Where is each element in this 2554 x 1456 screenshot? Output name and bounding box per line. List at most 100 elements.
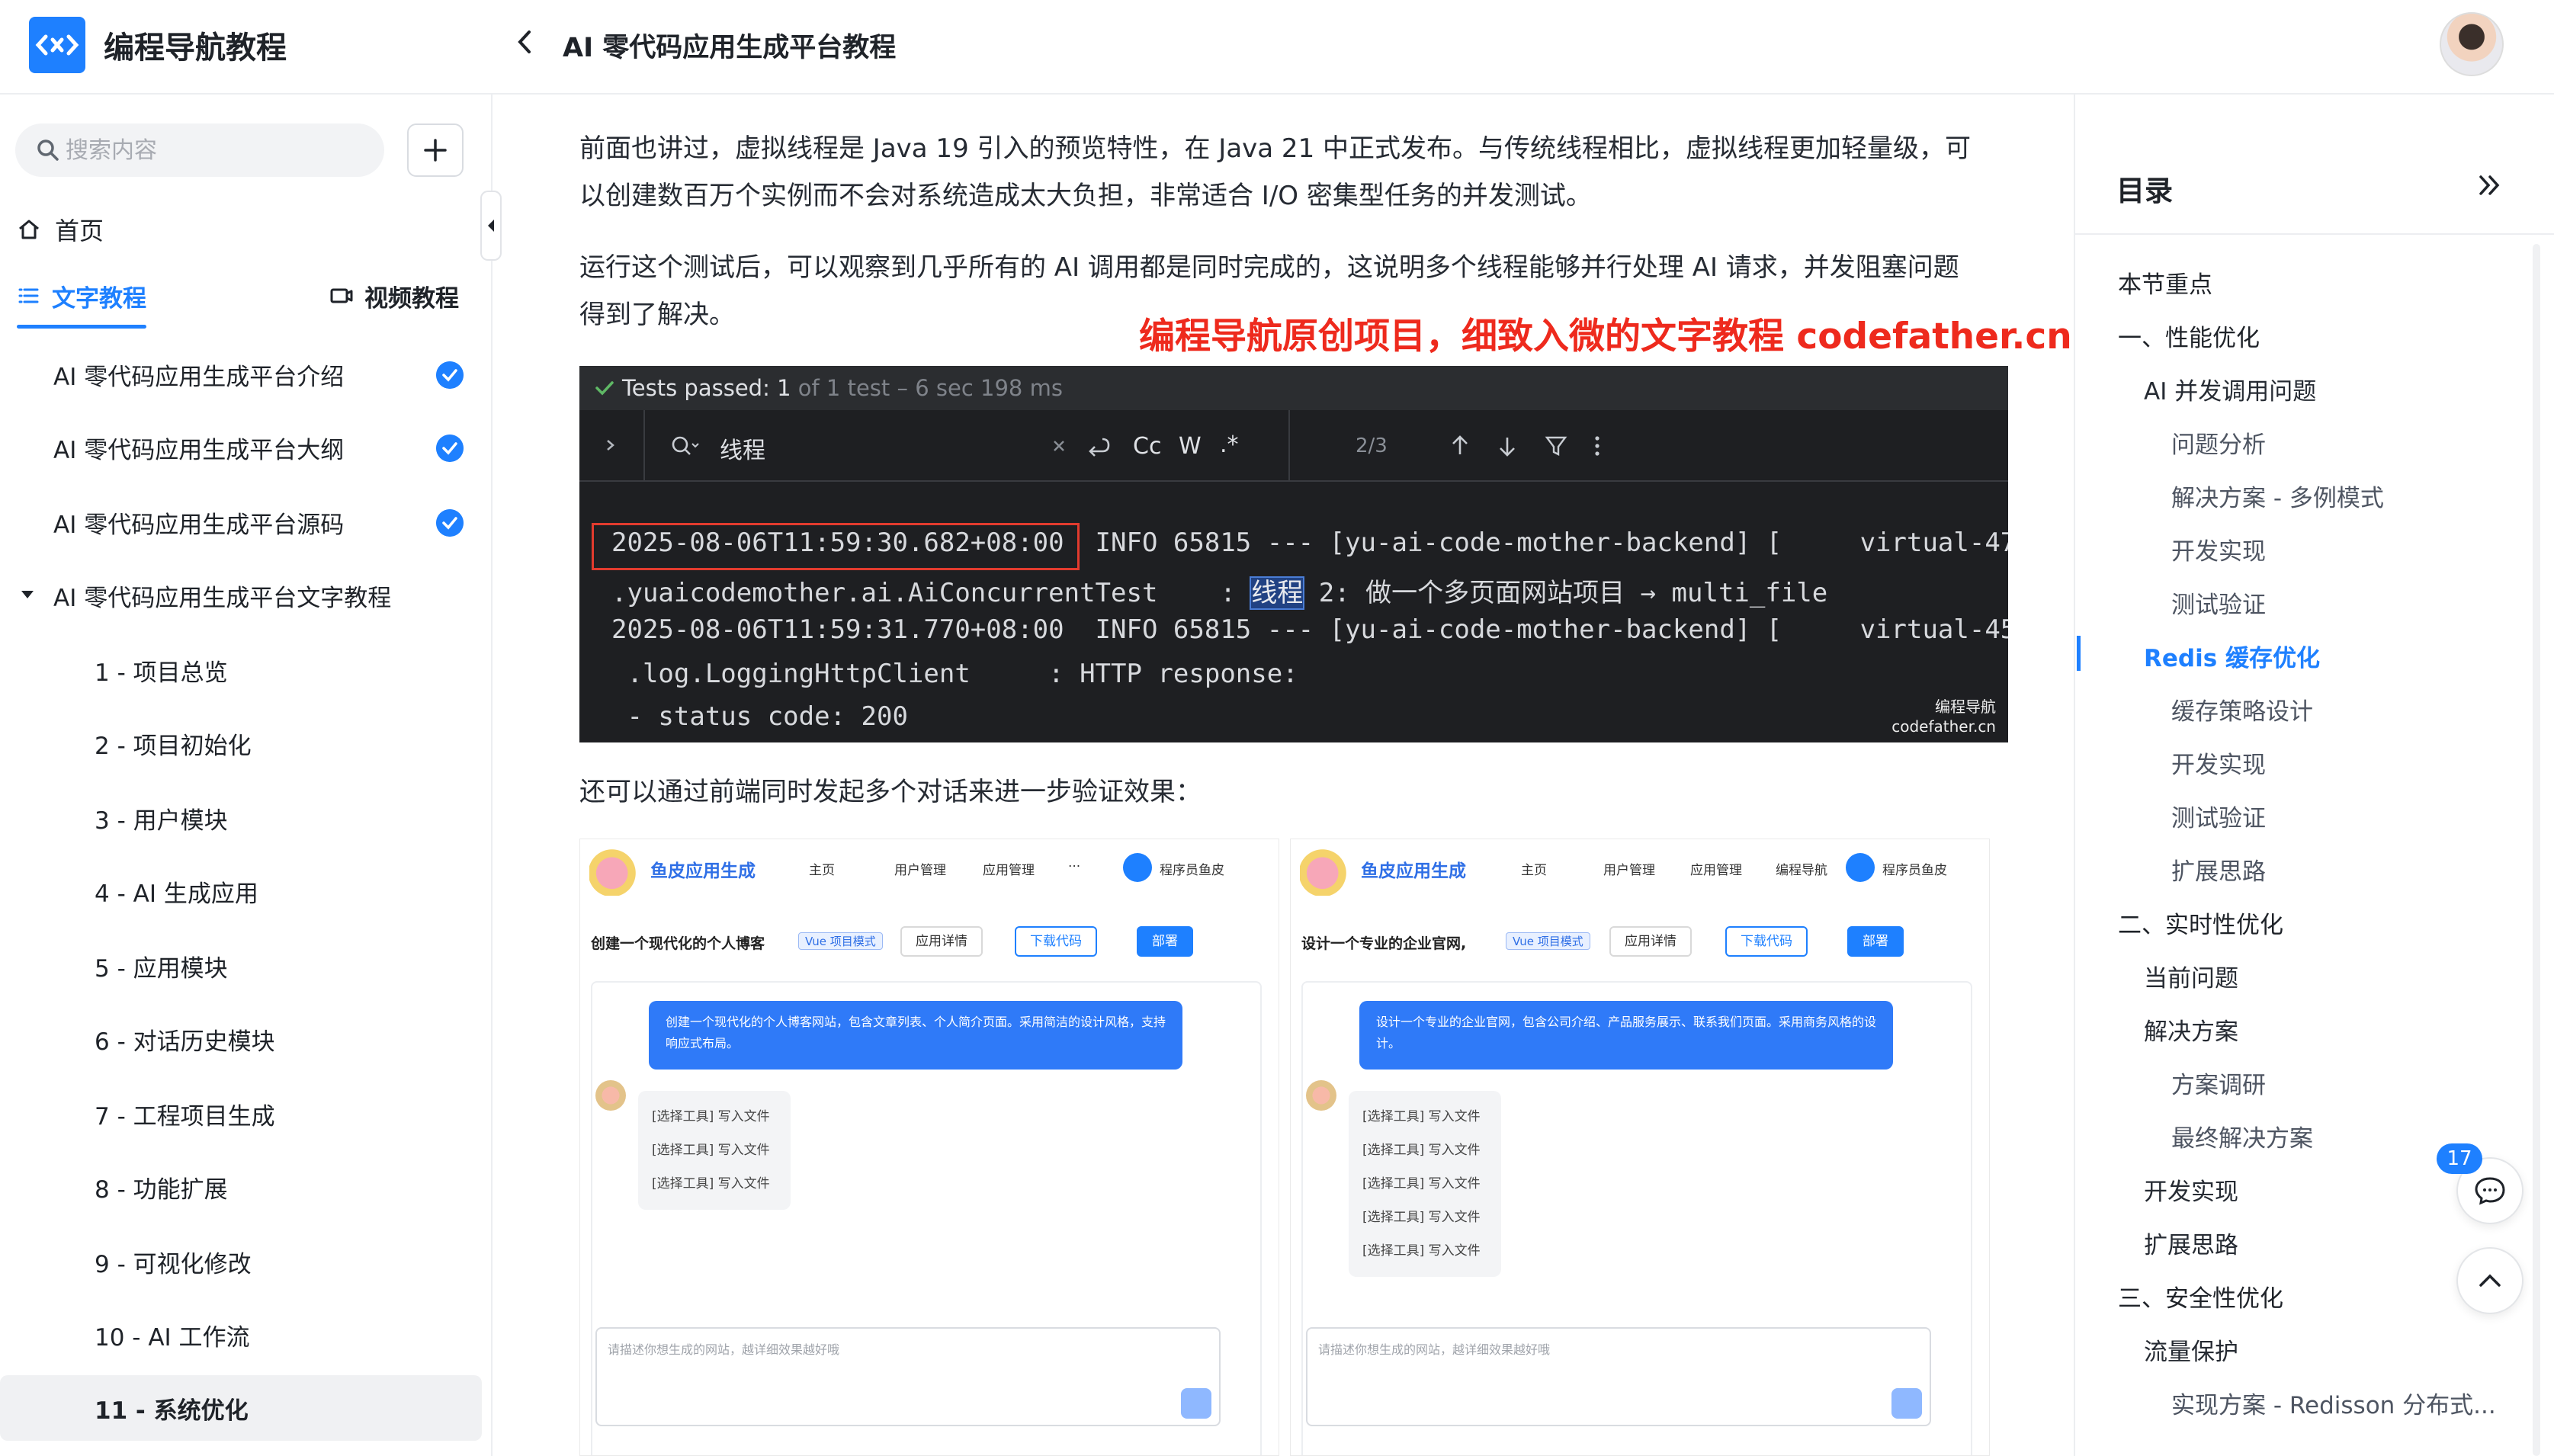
send-button (1181, 1388, 1211, 1419)
tab-text-tutorial[interactable]: 文字教程 (17, 274, 146, 317)
plus-icon (424, 139, 447, 162)
paragraph-line: 运行这个测试后，可以观察到几乎所有的 AI 调用都是同时完成的，这说明多个线程能… (579, 252, 1959, 283)
prompt-placeholder: 请描述你想生成的网站，越详细效果越好哦 (1318, 1342, 1551, 1357)
tool-call: [选择工具] 写入文件 (1362, 1109, 1481, 1124)
filter-icon[interactable] (1543, 433, 1569, 459)
image-watermark: 编程导航 codefather.cn (1891, 697, 1996, 736)
clear-icon[interactable] (1051, 438, 1067, 454)
nav-item-chapter-4[interactable]: 4 - AI 生成应用 (17, 858, 482, 924)
toc-item[interactable]: 解决方案 - 多例模式 (2171, 479, 2384, 513)
prompt-placeholder: 请描述你想生成的网站，越详细效果越好哦 (608, 1342, 840, 1357)
tool-call: [选择工具] 写入文件 (652, 1176, 770, 1191)
nav-item-source[interactable]: AI 零代码应用生成平台源码 (17, 489, 482, 555)
toc-item[interactable]: 扩展思路 (2171, 852, 2266, 887)
user-code-icon (1123, 853, 1152, 882)
mode-badge: Vue 项目模式 (798, 932, 883, 950)
mode-badge: Vue 项目模式 (1506, 932, 1590, 950)
nav-item-chapter-10[interactable]: 10 - AI 工作流 (17, 1302, 482, 1368)
home-link[interactable]: 首页 (17, 210, 104, 249)
nav-item-chapter-2[interactable]: 2 - 项目初始化 (17, 710, 482, 776)
nav-apps: 应用管理 (1690, 863, 1742, 878)
nav-item-chapter-9[interactable]: 9 - 可视化修改 (17, 1229, 482, 1294)
toc-item[interactable]: 测试验证 (2171, 799, 2266, 833)
app-logo (589, 845, 640, 896)
search-input[interactable] (66, 123, 371, 177)
nav-item-outline[interactable]: AI 零代码应用生成平台大纲 (17, 415, 482, 480)
toc-item[interactable]: AI 并发调用问题 (2144, 372, 2316, 406)
toc-item[interactable]: 本节重点 (2118, 265, 2212, 300)
arrow-up-icon[interactable] (1449, 433, 1471, 459)
nav-item-chapter-11[interactable]: 11 - 系统优化 (0, 1375, 482, 1441)
back-to-top-button[interactable] (2456, 1247, 2524, 1314)
nav-item-intro[interactable]: AI 零代码应用生成平台介绍 (17, 342, 482, 407)
top-bar: 编程导航教程 AI 零代码应用生成平台教程 (0, 0, 2554, 95)
user-message: 设计一个专业的企业官网，包含公司介绍、产品服务展示、联系我们页面。采用商务风格的… (1359, 1001, 1893, 1070)
tab-video-tutorial[interactable]: 视频教程 (329, 274, 459, 317)
nav-item-chapter-3[interactable]: 3 - 用户模块 (17, 785, 482, 851)
nav-item-label: 2 - 项目初始化 (95, 732, 252, 760)
newline-icon[interactable] (1084, 433, 1112, 459)
nav-item-chapter-6[interactable]: 6 - 对话历史模块 (17, 1006, 482, 1072)
nav-item-chapter-8[interactable]: 8 - 功能扩展 (17, 1154, 482, 1220)
find-input-value[interactable]: 线程 (720, 431, 765, 465)
find-bar: 线程 Cc W .* 2/3 (579, 410, 2008, 482)
arrow-down-icon[interactable] (1496, 433, 1519, 459)
whole-word-toggle[interactable]: W (1179, 433, 1202, 460)
toc-item[interactable]: 二、实时性优化 (2118, 906, 2283, 940)
toc-item[interactable]: 开发实现 (2171, 532, 2266, 566)
nav-item-label: 1 - 项目总览 (95, 659, 228, 687)
nav-users: 用户管理 (1603, 863, 1655, 878)
watermark-line: 编程导航 (1935, 698, 1996, 716)
toc-item[interactable]: 当前问题 (2144, 959, 2238, 993)
logo[interactable] (29, 17, 85, 73)
assistant-avatar (595, 1080, 626, 1111)
nav-item-label: 11 - 系统优化 (95, 1397, 249, 1425)
double-chevron-right-icon[interactable] (2472, 168, 2507, 203)
toc-item-active[interactable]: Redis 缓存优化 (2144, 639, 2320, 673)
toc-item[interactable]: 实现方案 - Redisson 分布式... (2171, 1386, 2496, 1420)
toc-item[interactable]: 开发实现 (2171, 746, 2266, 780)
toc-item[interactable]: 流量保护 (2144, 1333, 2238, 1367)
match-case-toggle[interactable]: Cc (1133, 433, 1161, 460)
toc-item[interactable]: 方案调研 (2171, 1066, 2266, 1100)
nav-item-chapter-5[interactable]: 5 - 应用模块 (17, 933, 482, 999)
tool-call-list: [选择工具] 写入文件 [选择工具] 写入文件 [选择工具] 写入文件 (638, 1091, 791, 1210)
toc-item[interactable]: 测试验证 (2171, 585, 2266, 620)
search-box[interactable] (15, 123, 384, 177)
user-message: 创建一个现代化的个人博客网站，包含文章列表、个人简介页面。采用简洁的设计风格，支… (649, 1001, 1182, 1070)
nav-item-chapter-7[interactable]: 7 - 工程项目生成 (17, 1081, 482, 1147)
comment-count-badge: 17 (2437, 1143, 2482, 1174)
chevron-right-icon[interactable] (602, 435, 619, 456)
tool-call: [选择工具] 写入文件 (652, 1109, 770, 1124)
nav-item-label: 10 - AI 工作流 (95, 1323, 250, 1352)
toc-item[interactable]: 解决方案 (2144, 1012, 2238, 1047)
paragraph: 前面也讲过，虚拟线程是 Java 19 引入的预览特性，在 Java 21 中正… (579, 125, 2013, 220)
toc-item[interactable]: 缓存策略设计 (2171, 692, 2313, 726)
user-avatar[interactable] (2440, 12, 2504, 76)
detail-button: 应用详情 (900, 926, 983, 957)
toc-item[interactable]: 问题分析 (2171, 425, 2266, 460)
toc-scrollbar[interactable] (2533, 244, 2540, 1456)
nav-item-label: 4 - AI 生成应用 (95, 880, 258, 908)
app-name[interactable]: 编程导航教程 (104, 23, 287, 67)
toc-item[interactable]: 开发实现 (2144, 1172, 2238, 1207)
toc-item[interactable]: 一、性能优化 (2118, 319, 2260, 353)
highlight-box (592, 523, 1080, 570)
watermark-line: codefather.cn (1891, 717, 1996, 736)
toc-item[interactable]: 扩展思路 (2144, 1226, 2238, 1260)
prompt-input: 请描述你想生成的网站，越详细效果越好哦 (1306, 1327, 1931, 1426)
more-options-icon[interactable] (1592, 433, 1603, 459)
app-screenshot-right: 鱼皮应用生成 主页 用户管理 应用管理 编程导航 程序员鱼皮 设计一个专业的企业… (1290, 839, 1990, 1456)
add-button[interactable] (407, 123, 464, 177)
nav-item-text-tutorial-group[interactable]: AI 零代码应用生成平台文字教程 (17, 563, 482, 628)
search-history-icon[interactable] (669, 433, 700, 460)
regex-toggle[interactable]: .* (1220, 431, 1239, 458)
nav-item-chapter-1[interactable]: 1 - 项目总览 (17, 637, 482, 703)
toc-item[interactable]: 最终解决方案 (2171, 1119, 2313, 1153)
back-arrow-icon[interactable] (509, 23, 540, 61)
toc-item[interactable]: 三、安全性优化 (2118, 1279, 2283, 1313)
toc-title: 目录 (2116, 175, 2173, 207)
log-segment: .yuaicodemother.ai.AiConcurrentTest : (611, 578, 1252, 608)
divider (643, 410, 645, 482)
nav-home: 主页 (1521, 863, 1547, 878)
